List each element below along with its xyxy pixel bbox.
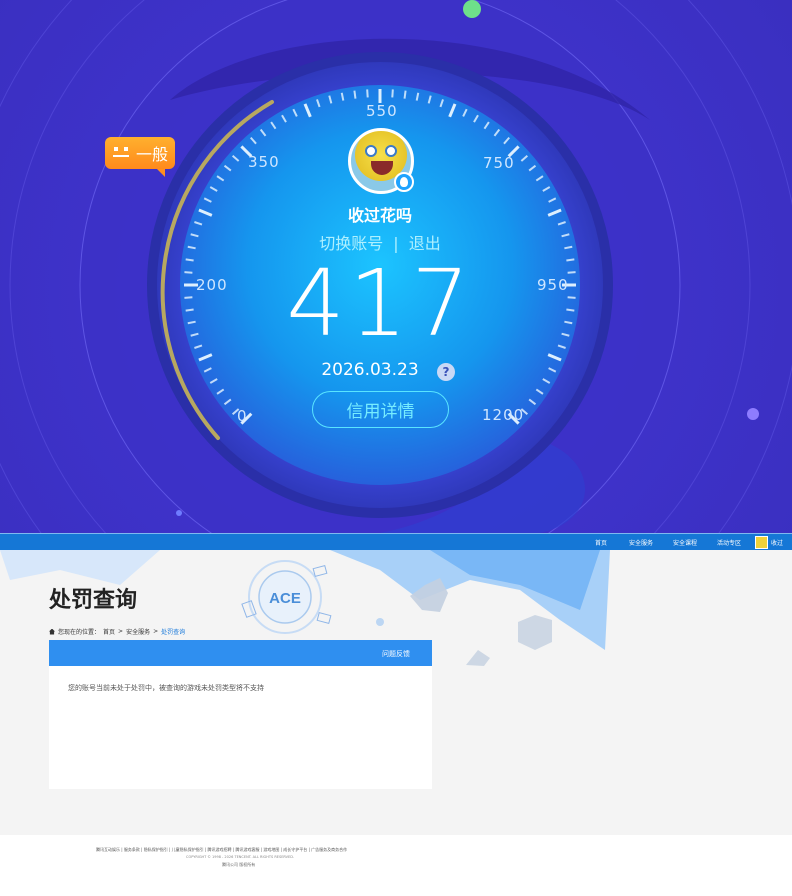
score-date: 2026.03.23 [321,360,419,380]
gauge-label-1200: 1200 [482,406,525,424]
decor-dot-small [176,510,182,516]
decor-dot-green [463,0,481,18]
gauge-label-200: 200 [196,276,228,294]
nav-item-security-service[interactable]: 安全服务 [629,538,653,547]
gauge-tick [185,308,194,312]
gauge-label-550: 550 [366,102,398,120]
avatar-mouth [371,161,393,175]
avatar-eye-right [385,145,397,157]
nav-item-security-course[interactable]: 安全课程 [673,538,697,547]
nav-avatar[interactable] [755,536,768,549]
gauge-tick [403,90,407,99]
gauge-tick [184,296,193,299]
credit-level-badge: 一般 [105,137,175,177]
breadcrumb-separator: > [153,628,159,635]
gauge-tick [185,258,194,262]
gauge-tick [184,271,193,274]
gauge-label-750: 750 [483,154,515,172]
decor-dot-purple [747,408,759,420]
footer-copyright: COPYRIGHT © 1998 - 2026 TENCENT. ALL RIG… [186,855,295,859]
gauge-label-0: 0 [237,407,248,425]
avatar-eye-left [365,145,377,157]
gauge-label-950: 950 [537,276,569,294]
gauge-tick [567,296,576,299]
breadcrumb-prefix: 您现在的位置： [58,629,101,636]
gauge-label-350: 350 [248,153,280,171]
home-icon [49,628,55,635]
gauge-tick [566,258,575,262]
gauge-tick [567,271,576,274]
gauge-tick [366,89,369,98]
credit-score-value: 417 [286,250,474,357]
feedback-link[interactable]: 问题反馈 [382,649,410,659]
penalty-status-message: 您的账号当前未处于处罚中，被查询的游戏未处罚类型将不支持 [68,684,264,692]
neutral-face-icon [112,145,132,161]
help-icon[interactable]: ? [437,363,455,381]
username: 收过花吗 [347,206,412,225]
penalty-query-page: ACE 处罚查询 您现在的位置： 首页 > 安全服务 > 处罚查询 问题反馈 您… [0,550,792,835]
svg-text:ACE: ACE [269,590,301,607]
credit-score-section: 0 200 350 550 750 950 1200 一般 收过花吗 切换账号 |… [0,0,792,533]
qq-penguin-icon [394,172,414,192]
footer-rights: 腾讯公司 版权所有 [222,862,256,867]
breadcrumb-home[interactable]: 首页 [103,627,115,636]
credit-detail-button[interactable]: 信用详情 [312,391,449,428]
top-nav-bar: 首页 安全服务 安全课程 活动专区 收过 [0,533,792,550]
breadcrumb-separator: > [118,628,124,635]
gauge-tick [391,89,394,98]
breadcrumb-current: 处罚查询 [161,629,186,636]
nav-username[interactable]: 收过 [771,538,783,547]
penalty-panel-header: 问题反馈 [49,640,432,666]
footer-links[interactable]: 腾讯互动娱乐 | 服务条款 | 隐私保护指引 | 儿童隐私保护指引 | 腾讯游戏… [96,847,347,853]
gauge-tick [566,308,575,312]
nav-item-home[interactable]: 首页 [595,538,607,547]
gauge-tick [353,90,357,99]
credit-level-text: 一般 [135,145,168,164]
breadcrumb-security-service[interactable]: 安全服务 [126,627,150,636]
penalty-panel-body: 您的账号当前未处于处罚中，被查询的游戏未处罚类型将不支持 [49,666,432,789]
page-title: 处罚查询 [49,588,138,613]
nav-item-activity[interactable]: 活动专区 [717,538,741,547]
footer: 腾讯互动娱乐 | 服务条款 | 隐私保护指引 | 儿童隐私保护指引 | 腾讯游戏… [0,835,792,896]
breadcrumb: 您现在的位置： 首页 > 安全服务 > 处罚查询 [49,627,185,636]
